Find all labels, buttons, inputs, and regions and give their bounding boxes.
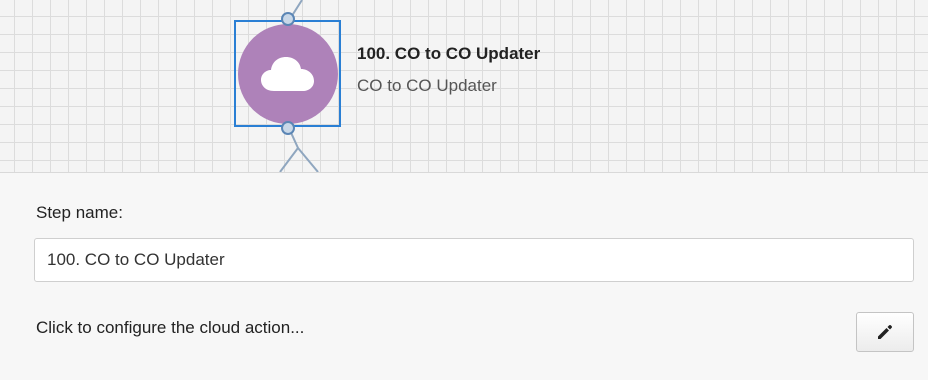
step-name-input[interactable] xyxy=(34,238,914,282)
input-port[interactable] xyxy=(281,12,295,26)
node-title: 100. CO to CO Updater xyxy=(357,44,541,63)
step-name-label: Step name: xyxy=(36,203,123,222)
node-subtitle: CO to CO Updater xyxy=(357,76,497,95)
pencil-icon xyxy=(878,325,892,339)
output-port[interactable] xyxy=(281,121,295,135)
flow-canvas[interactable]: 100. CO to CO Updater CO to CO Updater xyxy=(0,0,928,172)
node-selection-box xyxy=(234,20,341,127)
configure-cloud-action-link[interactable]: Click to configure the cloud action... xyxy=(36,318,304,338)
edit-button[interactable] xyxy=(856,312,914,352)
